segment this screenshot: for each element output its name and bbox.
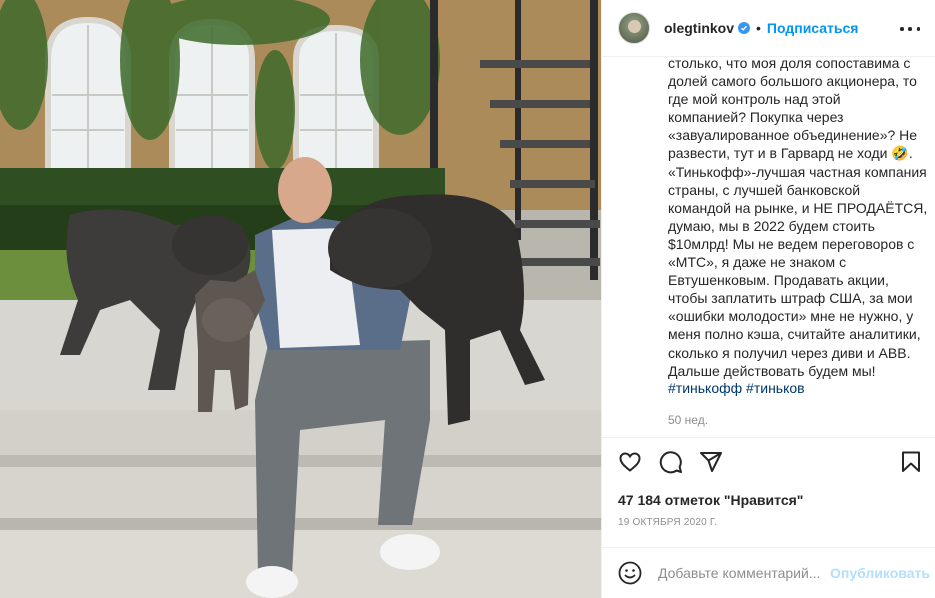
hashtag-link[interactable]: #тинькофф [668,380,742,396]
verified-badge-icon [738,22,751,34]
comment-icon[interactable] [659,450,683,474]
share-icon[interactable] [699,450,723,474]
photo-of-man-with-dogs [0,0,601,598]
post-date[interactable]: 19 ОКТЯБРЯ 2020 Г. [618,517,717,528]
comment-input[interactable] [658,565,828,581]
bookmark-icon[interactable] [899,450,923,474]
hashtags: #тинькофф #тиньков [668,380,805,396]
caption-text: столько, что моя доля сопоставима с доле… [668,55,928,379]
more-options-icon[interactable] [900,19,920,39]
emoji-icon[interactable] [618,561,642,585]
post-sidebar: olegtinkov • Подписаться столько, что мо… [601,0,935,598]
hashtag-link[interactable]: #тиньков [746,380,805,396]
post-age: 50 нед. [668,413,709,427]
heart-icon[interactable] [618,450,642,474]
comment-bar: Опубликовать [602,547,935,598]
follow-button[interactable]: Подписаться [767,20,859,36]
username-link[interactable]: olegtinkov [664,20,734,36]
action-bar [602,437,935,489]
post-photo[interactable] [0,0,601,598]
publish-button[interactable]: Опубликовать [830,565,930,581]
likes-count[interactable]: 47 184 отметок "Нравится" [618,492,803,508]
separator-dot: • [756,20,761,36]
avatar[interactable] [618,12,650,44]
post-header: olegtinkov • Подписаться [602,0,935,57]
